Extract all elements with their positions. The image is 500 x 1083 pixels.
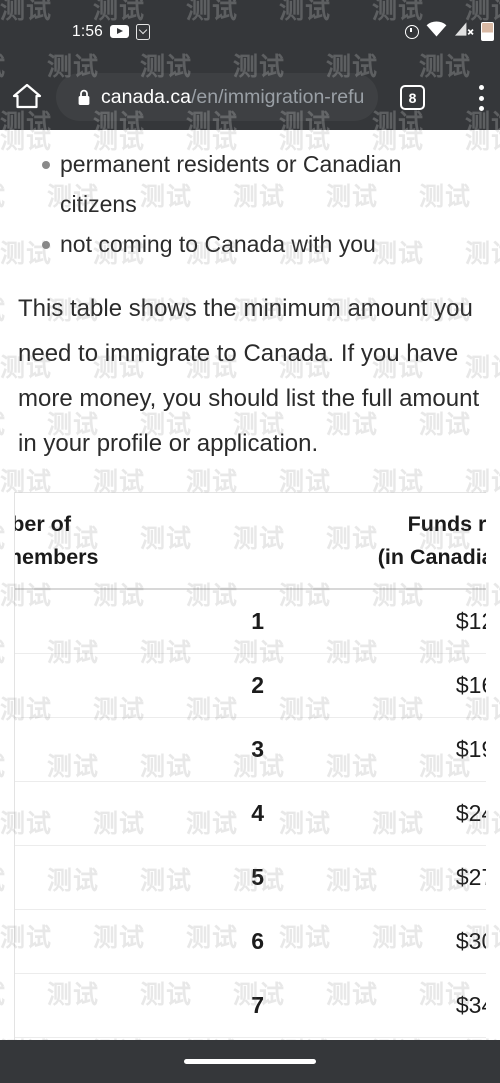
- signal-off-icon: [454, 21, 474, 42]
- menu-dot: [478, 85, 484, 90]
- url-bar: canada.ca/en/immigration-refu 8: [0, 63, 500, 130]
- exclusion-bullet-list: permanent residents or Canadian citizens…: [0, 144, 500, 264]
- table-header: umber of ly members Funds requir (in Can…: [14, 493, 486, 590]
- alarm-icon: [405, 24, 419, 39]
- address-bar[interactable]: canada.ca/en/immigration-refu: [56, 73, 378, 121]
- status-bar-right: [405, 0, 494, 63]
- header-a-line1: umber of: [14, 512, 71, 536]
- home-indicator-pill[interactable]: [184, 1059, 316, 1064]
- cell-funds: $34,299: [264, 973, 486, 1038]
- status-bar-clock: 1:56: [72, 22, 103, 40]
- page-content: permanent residents or Canadian citizens…: [0, 144, 500, 1040]
- url-domain: canada.ca: [101, 85, 191, 108]
- cell-family-members: 4: [15, 781, 264, 846]
- table-row: 3 $19,836: [15, 717, 486, 782]
- overflow-menu-icon[interactable]: [478, 85, 484, 111]
- table-row: 1 $12,960: [15, 589, 486, 654]
- browser-chrome: 1:56 canada.ca/en/immigration-refu 8: [0, 0, 500, 130]
- web-page-viewport[interactable]: permanent residents or Canadian citizens…: [0, 130, 500, 1040]
- cell-funds: $30,806: [264, 909, 486, 974]
- header-b-line1: Funds requir: [407, 512, 486, 536]
- table-row: 4 $24,083: [15, 781, 486, 846]
- menu-dot: [478, 95, 484, 101]
- status-bar-left: 1:56: [72, 0, 150, 63]
- cell-family-members: 2: [15, 653, 264, 718]
- table-header-row: umber of ly members Funds requir (in Can…: [14, 493, 486, 590]
- home-icon[interactable]: [12, 82, 42, 110]
- column-header-funds-required: Funds requir (in Canadian do: [264, 493, 486, 590]
- table-row: 5 $27,315: [15, 845, 486, 910]
- funds-table-container[interactable]: umber of ly members Funds requir (in Can…: [14, 492, 486, 1040]
- cell-family-members: 5: [15, 845, 264, 910]
- cell-funds: $19,836: [264, 717, 486, 782]
- phone-screen: 1:56 canada.ca/en/immigration-refu 8 per…: [0, 0, 500, 1083]
- header-a-line2: ly members: [15, 545, 99, 569]
- cell-family-members: 7: [15, 973, 264, 1038]
- url-path: /en/immigration-refu: [191, 85, 365, 108]
- intro-paragraph: This table shows the minimum amount you …: [18, 295, 480, 457]
- cell-funds: $12,960: [264, 589, 486, 654]
- system-nav-bar: [0, 1040, 500, 1083]
- battery-icon: [481, 22, 494, 41]
- youtube-icon: [109, 25, 129, 38]
- cell-funds: $24,083: [264, 781, 486, 846]
- table-body: 1 $12,960 2 $16,135 3 $19,836 4: [15, 589, 486, 1040]
- cell-family-members: 1: [15, 589, 264, 654]
- menu-dot: [478, 106, 484, 111]
- download-icon: [135, 23, 150, 40]
- header-b-line2: (in Canadian do: [377, 545, 486, 569]
- column-header-family-members: umber of ly members: [14, 493, 264, 590]
- table-row: 7 $34,299: [15, 973, 486, 1038]
- cell-funds: $27,315: [264, 845, 486, 910]
- table-row: 2 $16,135: [15, 653, 486, 718]
- cell-funds: $16,135: [264, 653, 486, 718]
- wifi-icon: [426, 21, 447, 42]
- lock-icon: [77, 89, 91, 106]
- funds-required-table: umber of ly members Funds requir (in Can…: [14, 493, 486, 1040]
- list-item: permanent residents or Canadian citizens: [0, 144, 500, 224]
- tab-count-button[interactable]: 8: [400, 85, 425, 110]
- cell-family-members: 3: [15, 717, 264, 782]
- status-bar: 1:56: [0, 0, 500, 63]
- list-item: not coming to Canada with you: [0, 224, 500, 264]
- table-row: 6 $30,806: [15, 909, 486, 974]
- cell-family-members: 6: [15, 909, 264, 974]
